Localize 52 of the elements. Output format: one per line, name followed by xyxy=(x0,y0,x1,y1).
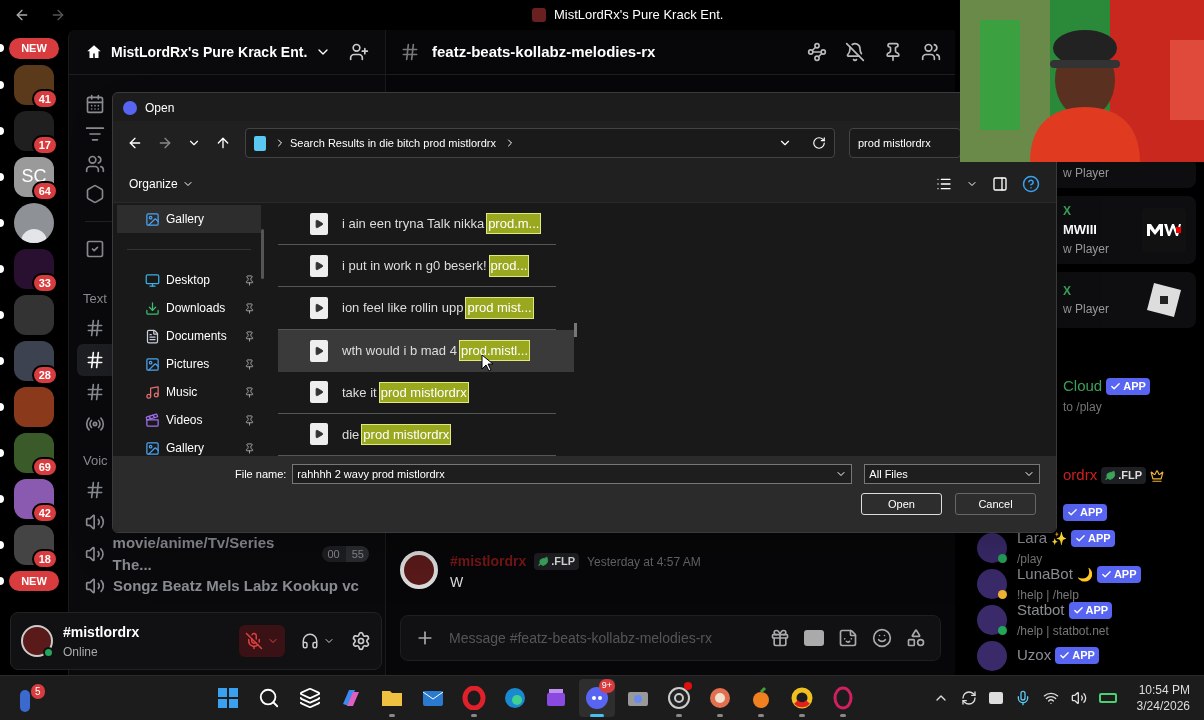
notification-count: 9+ xyxy=(598,679,615,693)
search-match: prod.m... xyxy=(486,212,542,235)
search-match: prod mist... xyxy=(465,297,534,319)
file-name: ion feel like rollin upp xyxy=(342,299,464,318)
message-time: Yesterday at 4:57 AM xyxy=(587,553,701,571)
input-placeholder: Message #featz-beats-kollabz-melodies-rx xyxy=(449,628,712,648)
field-label: File name: xyxy=(235,466,287,482)
channel-name: Songz Beatz Mels Labz Kookup vc xyxy=(113,575,359,596)
section-heading: Voic xyxy=(83,451,108,470)
voice-counter: 00 55 xyxy=(321,545,369,563)
activity-line: X xyxy=(1063,203,1072,220)
emoji: 🌙 xyxy=(1076,565,1093,584)
channel-name: movie/anime/Tv/Series The... xyxy=(112,532,276,575)
member-status: /play xyxy=(1017,550,1044,568)
dialog-title: Open xyxy=(145,100,175,117)
window-title: MistLordRx's Pure Krack Ent. xyxy=(554,6,724,25)
clock-date: 3/24/2026 xyxy=(1136,698,1190,714)
breadcrumb-path: Search Results in die bitch prod mistlordrx xyxy=(290,135,497,151)
search-match: prod mistlordrx xyxy=(378,381,469,403)
unread-count: 28 xyxy=(31,364,58,385)
user-status: Online xyxy=(63,643,99,661)
notification-count: 5 xyxy=(31,684,45,699)
search-match: prod.mistl... xyxy=(458,339,531,362)
file-name: i put in work n g0 beserk! xyxy=(342,257,487,275)
search-match: prod... xyxy=(488,255,530,277)
file-name: die xyxy=(342,425,360,444)
member-status: /help | statbot.net xyxy=(1017,622,1110,640)
unread-count: 41 xyxy=(31,88,58,109)
new-pill: NEW xyxy=(9,570,59,591)
file-name: i ain een tryna Talk nikka xyxy=(342,214,485,233)
activity-line: MWIII xyxy=(1063,221,1098,239)
emoji: ✨ xyxy=(1051,529,1068,548)
clock-time: 10:54 PM xyxy=(1138,682,1190,698)
search-match: prod mistlordrx xyxy=(361,423,452,446)
activity-line: X xyxy=(1063,282,1072,300)
activity-line: w Player xyxy=(1063,240,1109,258)
unread-count: 17 xyxy=(31,134,58,155)
unread-count: 42 xyxy=(31,502,58,523)
unread-count: 18 xyxy=(31,548,58,569)
member-status: to /play xyxy=(1063,398,1103,416)
section-heading: Text xyxy=(83,289,107,308)
file-name: take it xyxy=(342,383,377,402)
unread-count: 33 xyxy=(31,272,58,293)
member-status: !help | /help xyxy=(1017,586,1080,604)
user-name: #mistlordrx xyxy=(63,622,140,642)
activity-line: w Player xyxy=(1063,300,1109,318)
message-text: W xyxy=(450,573,465,592)
unread-count: 69 xyxy=(31,456,58,477)
channel-title: featz-beats-kollabz-melodies-rx xyxy=(432,41,656,62)
new-pill: NEW xyxy=(9,38,59,59)
activity-line: w Player xyxy=(1063,165,1109,182)
file-name: wth would i b mad 4 xyxy=(342,341,457,360)
